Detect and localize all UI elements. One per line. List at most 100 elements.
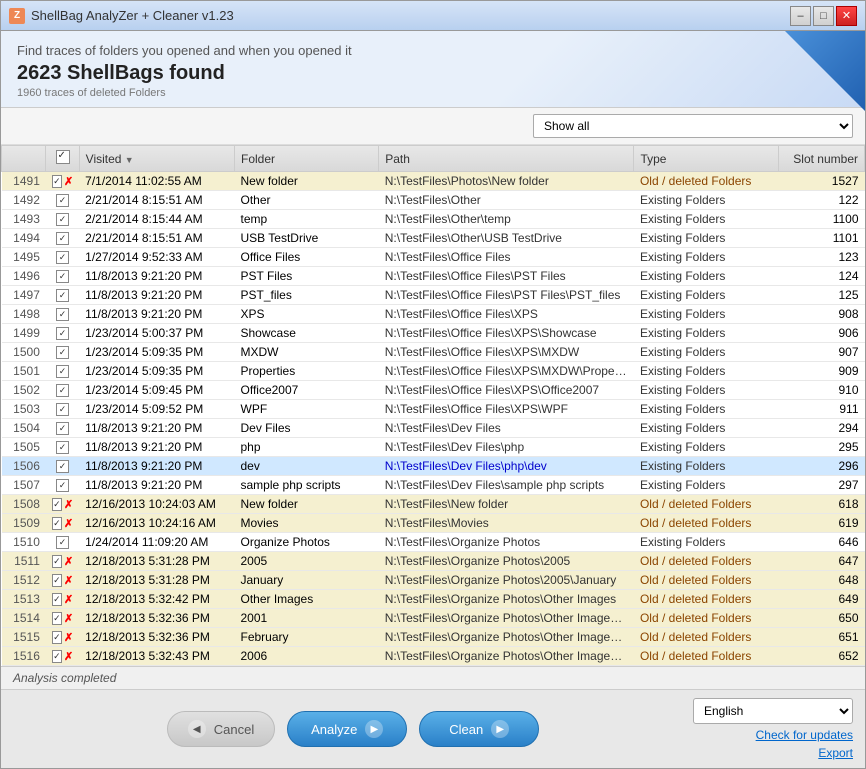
close-button[interactable]: ✕ [836, 6, 857, 26]
row-checkbox-cell[interactable]: ✗ [46, 571, 79, 590]
table-row[interactable]: 1513 ✗ 12/18/2013 5:32:42 PM Other Image… [2, 590, 865, 609]
select-checkbox[interactable] [56, 403, 69, 416]
table-row[interactable]: 1505 11/8/2013 9:21:20 PM php N:\TestFil… [2, 438, 865, 457]
filter-select[interactable]: Show all Existing Folders Old / deleted … [533, 114, 853, 138]
select-checkbox[interactable] [56, 270, 69, 283]
row-checkbox-cell[interactable] [46, 229, 79, 248]
row-checkbox-cell[interactable]: ✗ [46, 609, 79, 628]
select-checkbox[interactable] [56, 422, 69, 435]
row-checkbox-cell[interactable]: ✗ [46, 172, 79, 191]
row-checkbox-cell[interactable]: ✗ [46, 590, 79, 609]
select-checkbox[interactable] [56, 460, 69, 473]
select-checkbox[interactable] [52, 612, 62, 625]
col-header-slot[interactable]: Slot number [778, 146, 864, 172]
select-checkbox[interactable] [56, 441, 69, 454]
select-checkbox[interactable] [52, 498, 62, 511]
select-checkbox[interactable] [56, 213, 69, 226]
table-row[interactable]: 1491 ✗ 7/1/2014 11:02:55 AM New folder N… [2, 172, 865, 191]
clean-button[interactable]: Clean ▶ [419, 711, 539, 747]
row-checkbox-cell[interactable]: ✗ [46, 495, 79, 514]
row-checkbox-cell[interactable]: ✗ [46, 514, 79, 533]
select-checkbox[interactable] [56, 251, 69, 264]
select-checkbox[interactable] [52, 631, 62, 644]
row-number: 1514 [2, 609, 46, 628]
table-row[interactable]: 1503 1/23/2014 5:09:52 PM WPF N:\TestFil… [2, 400, 865, 419]
select-checkbox[interactable] [56, 327, 69, 340]
folder-cell: WPF [235, 400, 379, 419]
select-checkbox[interactable] [56, 479, 69, 492]
select-checkbox[interactable] [56, 346, 69, 359]
table-row[interactable]: 1501 1/23/2014 5:09:35 PM Properties N:\… [2, 362, 865, 381]
select-checkbox[interactable] [56, 232, 69, 245]
row-checkbox-cell[interactable] [46, 248, 79, 267]
col-header-type[interactable]: Type [634, 146, 778, 172]
row-checkbox-cell[interactable] [46, 476, 79, 495]
select-checkbox[interactable] [56, 536, 69, 549]
row-checkbox-cell[interactable]: ✗ [46, 552, 79, 571]
select-checkbox[interactable] [52, 555, 62, 568]
select-checkbox[interactable] [52, 650, 62, 663]
row-checkbox-cell[interactable] [46, 305, 79, 324]
language-select[interactable]: English Deutsch Français Español [693, 698, 853, 724]
table-row[interactable]: 1514 ✗ 12/18/2013 5:32:36 PM 2001 N:\Tes… [2, 609, 865, 628]
table-row[interactable]: 1511 ✗ 12/18/2013 5:31:28 PM 2005 N:\Tes… [2, 552, 865, 571]
row-checkbox-cell[interactable] [46, 400, 79, 419]
table-row[interactable]: 1512 ✗ 12/18/2013 5:31:28 PM January N:\… [2, 571, 865, 590]
select-checkbox[interactable] [56, 194, 69, 207]
export-link[interactable]: Export [818, 746, 853, 760]
select-checkbox[interactable] [52, 517, 62, 530]
select-checkbox[interactable] [56, 384, 69, 397]
row-checkbox-cell[interactable] [46, 419, 79, 438]
table-row[interactable]: 1516 ✗ 12/18/2013 5:32:43 PM 2006 N:\Tes… [2, 647, 865, 666]
select-checkbox[interactable] [56, 365, 69, 378]
row-checkbox-cell[interactable]: ✗ [46, 628, 79, 647]
table-row[interactable]: 1509 ✗ 12/16/2013 10:24:16 AM Movies N:\… [2, 514, 865, 533]
toolbar-center: ◀ Cancel Analyze ▶ Clean ▶ [167, 711, 539, 747]
table-row[interactable]: 1493 2/21/2014 8:15:44 AM temp N:\TestFi… [2, 210, 865, 229]
path-cell: N:\TestFiles\Organize Photos\2005\Januar… [379, 571, 634, 590]
table-row[interactable]: 1508 ✗ 12/16/2013 10:24:03 AM New folder… [2, 495, 865, 514]
select-checkbox[interactable] [52, 593, 62, 606]
table-row[interactable]: 1510 1/24/2014 11:09:20 AM Organize Phot… [2, 533, 865, 552]
select-checkbox[interactable] [56, 308, 69, 321]
row-checkbox-cell[interactable] [46, 362, 79, 381]
col-header-check[interactable] [46, 146, 79, 172]
table-row[interactable]: 1500 1/23/2014 5:09:35 PM MXDW N:\TestFi… [2, 343, 865, 362]
table-row[interactable]: 1495 1/27/2014 9:52:33 AM Office Files N… [2, 248, 865, 267]
minimize-button[interactable]: – [790, 6, 811, 26]
row-checkbox-cell[interactable] [46, 191, 79, 210]
row-checkbox-cell[interactable] [46, 210, 79, 229]
cancel-button[interactable]: ◀ Cancel [167, 711, 275, 747]
row-checkbox-cell[interactable] [46, 533, 79, 552]
select-checkbox[interactable] [56, 289, 69, 302]
col-header-path[interactable]: Path [379, 146, 634, 172]
select-all-checkbox[interactable] [56, 150, 70, 164]
select-checkbox[interactable] [52, 175, 62, 188]
table-row[interactable]: 1506 11/8/2013 9:21:20 PM dev N:\TestFil… [2, 457, 865, 476]
select-checkbox[interactable] [52, 574, 62, 587]
row-checkbox-cell[interactable]: ✗ [46, 647, 79, 666]
path-cell: N:\TestFiles\Organize Photos\Other Image… [379, 590, 634, 609]
row-checkbox-cell[interactable] [46, 457, 79, 476]
row-checkbox-cell[interactable] [46, 286, 79, 305]
col-header-visited[interactable]: Visited ▼ [79, 146, 234, 172]
row-checkbox-cell[interactable] [46, 381, 79, 400]
table-row[interactable]: 1499 1/23/2014 5:00:37 PM Showcase N:\Te… [2, 324, 865, 343]
table-row[interactable]: 1502 1/23/2014 5:09:45 PM Office2007 N:\… [2, 381, 865, 400]
row-checkbox-cell[interactable] [46, 267, 79, 286]
analyze-button[interactable]: Analyze ▶ [287, 711, 407, 747]
maximize-button[interactable]: □ [813, 6, 834, 26]
table-row[interactable]: 1492 2/21/2014 8:15:51 AM Other N:\TestF… [2, 191, 865, 210]
row-checkbox-cell[interactable] [46, 324, 79, 343]
row-checkbox-cell[interactable] [46, 438, 79, 457]
table-row[interactable]: 1494 2/21/2014 8:15:51 AM USB TestDrive … [2, 229, 865, 248]
table-row[interactable]: 1507 11/8/2013 9:21:20 PM sample php scr… [2, 476, 865, 495]
table-row[interactable]: 1498 11/8/2013 9:21:20 PM XPS N:\TestFil… [2, 305, 865, 324]
table-row[interactable]: 1515 ✗ 12/18/2013 5:32:36 PM February N:… [2, 628, 865, 647]
table-row[interactable]: 1496 11/8/2013 9:21:20 PM PST Files N:\T… [2, 267, 865, 286]
check-updates-link[interactable]: Check for updates [756, 728, 853, 742]
col-header-folder[interactable]: Folder [235, 146, 379, 172]
row-checkbox-cell[interactable] [46, 343, 79, 362]
table-row[interactable]: 1497 11/8/2013 9:21:20 PM PST_files N:\T… [2, 286, 865, 305]
table-row[interactable]: 1504 11/8/2013 9:21:20 PM Dev Files N:\T… [2, 419, 865, 438]
